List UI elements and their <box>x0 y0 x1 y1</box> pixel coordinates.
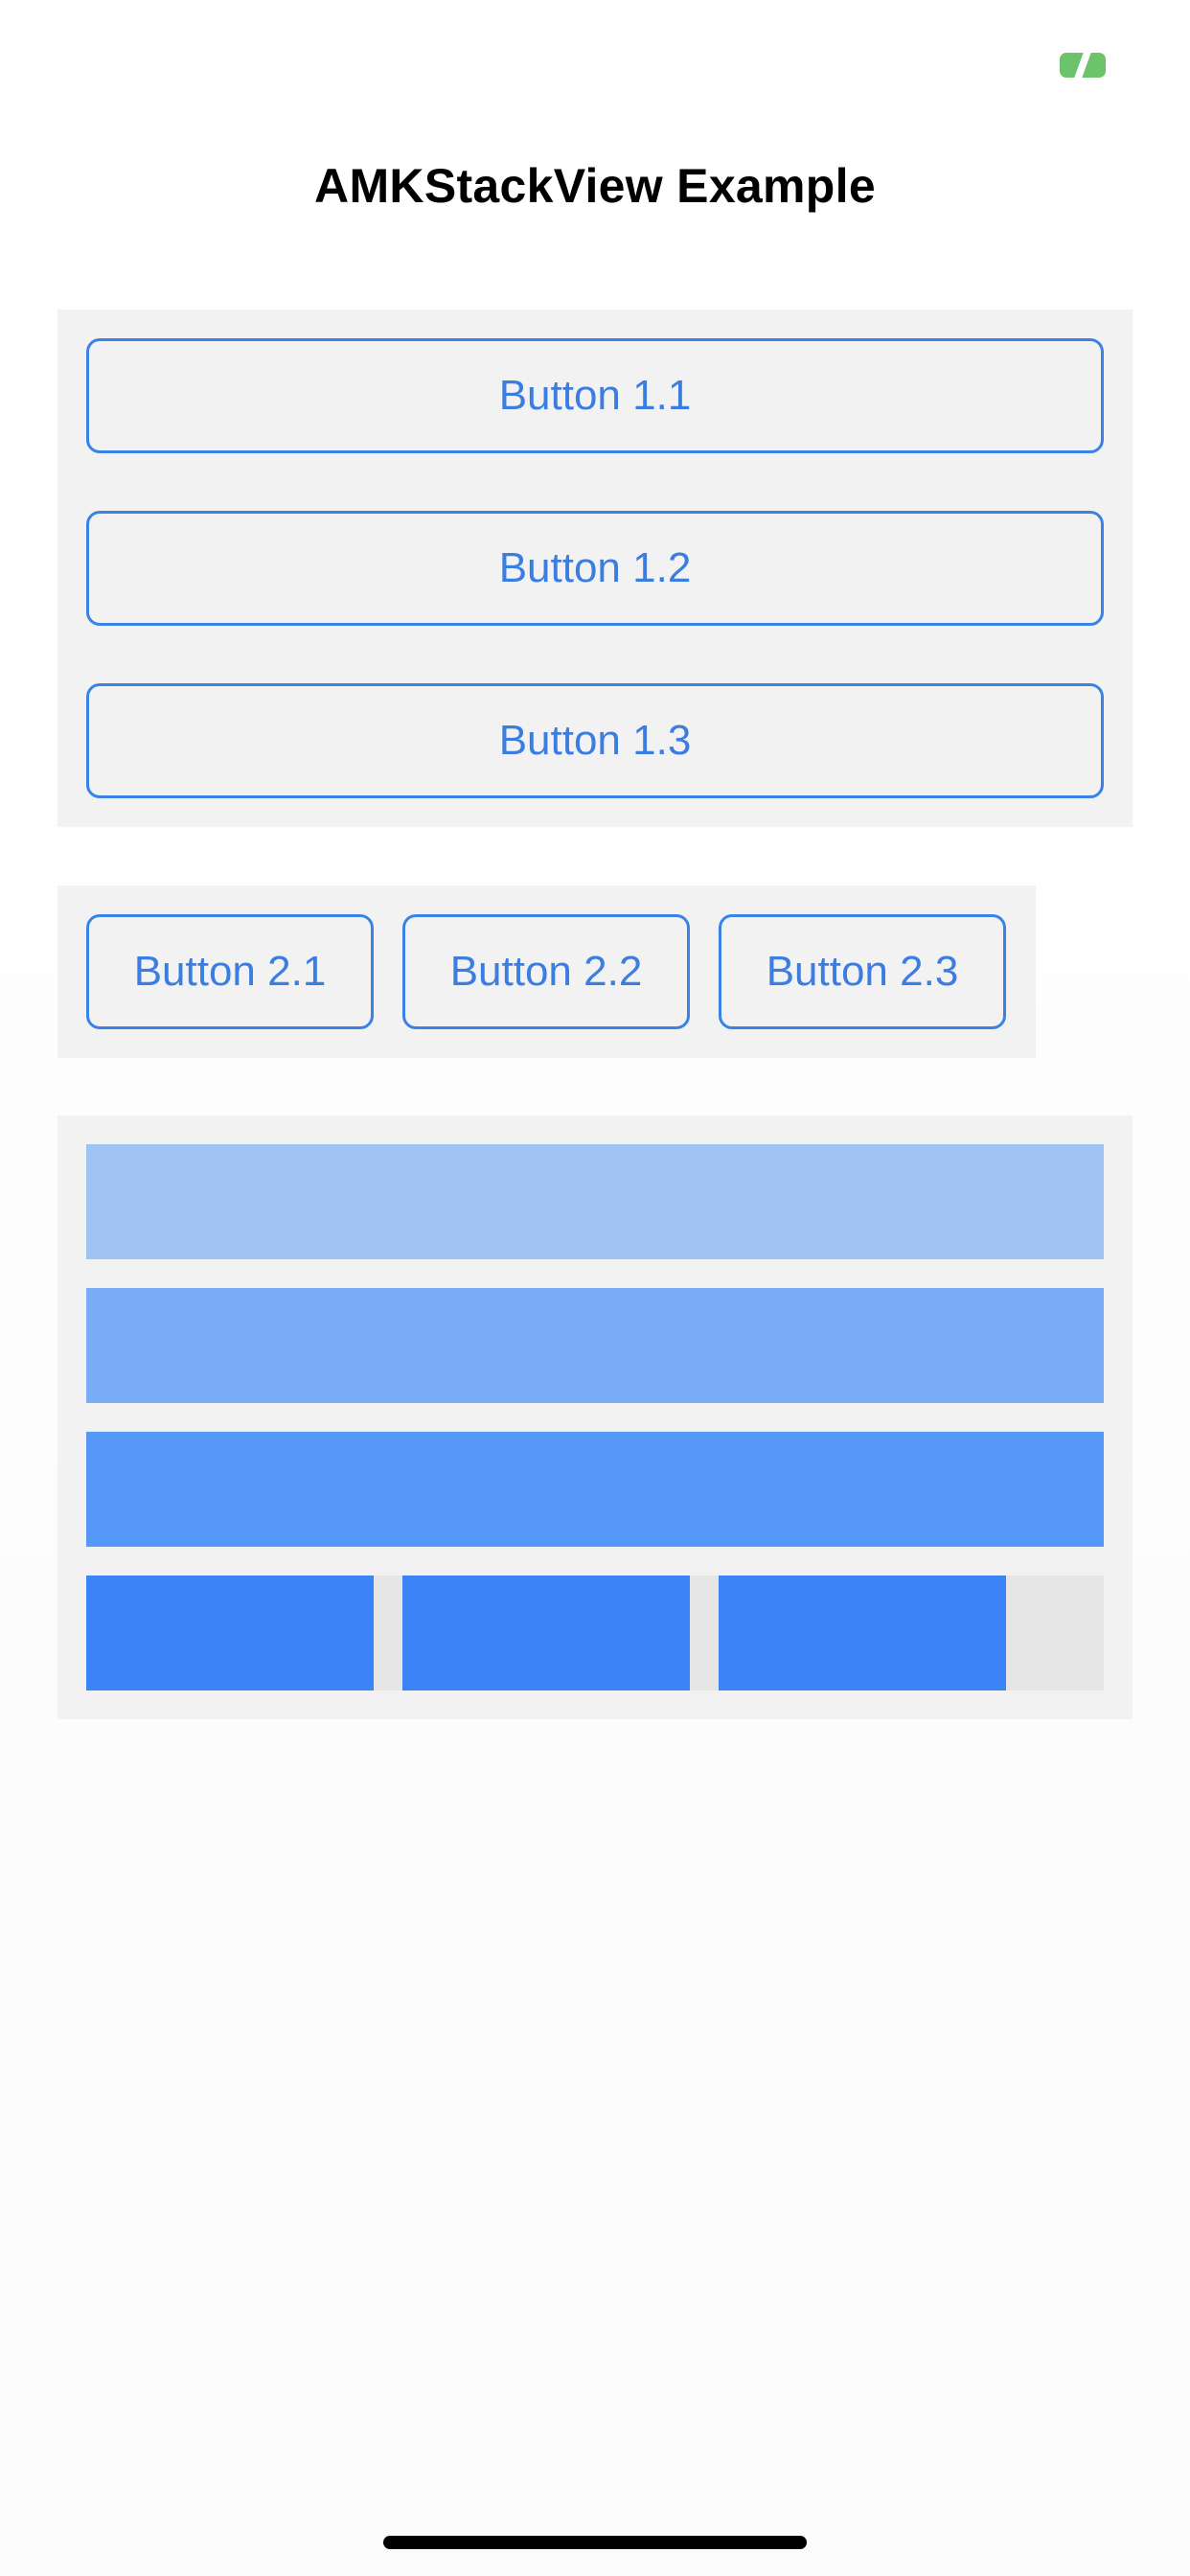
app-screen: AMKStackView Example Button 1.1 Button 1… <box>0 0 1190 2576</box>
button-2-1[interactable]: Button 2.1 <box>86 914 374 1029</box>
color-bar-3 <box>86 1432 1104 1547</box>
home-indicator[interactable] <box>383 2536 807 2549</box>
vertical-button-stack: Button 1.1 Button 1.2 Button 1.3 <box>57 310 1133 827</box>
color-bar-1 <box>86 1144 1104 1259</box>
button-2-2[interactable]: Button 2.2 <box>402 914 690 1029</box>
page-title: AMKStackView Example <box>314 159 876 213</box>
color-block-2 <box>402 1576 690 1690</box>
color-bar-2 <box>86 1288 1104 1403</box>
nested-horizontal-stack <box>86 1576 1104 1690</box>
button-1-2[interactable]: Button 1.2 <box>86 511 1104 626</box>
color-block-1 <box>86 1576 374 1690</box>
button-1-3[interactable]: Button 1.3 <box>86 683 1104 798</box>
button-2-3[interactable]: Button 2.3 <box>719 914 1006 1029</box>
battery-charging-icon <box>1060 53 1106 78</box>
button-1-1[interactable]: Button 1.1 <box>86 338 1104 453</box>
horizontal-button-stack: Button 2.1 Button 2.2 Button 2.3 <box>57 886 1036 1058</box>
nested-view-stack <box>57 1116 1133 1719</box>
color-block-3 <box>719 1576 1006 1690</box>
